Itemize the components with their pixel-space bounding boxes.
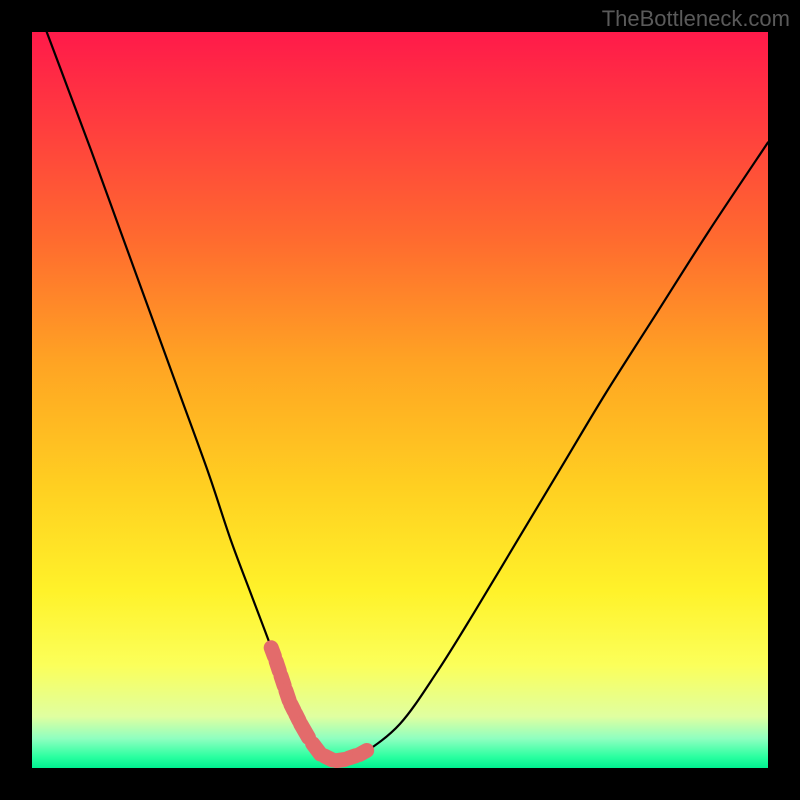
chart-overlay (32, 32, 768, 768)
threshold-marker-segment (360, 750, 367, 754)
threshold-marker-segment (301, 724, 309, 738)
watermark-text: TheBottleneck.com (602, 6, 790, 32)
bottleneck-curve (32, 32, 768, 762)
chart-canvas (32, 32, 768, 768)
threshold-markers (271, 648, 366, 761)
